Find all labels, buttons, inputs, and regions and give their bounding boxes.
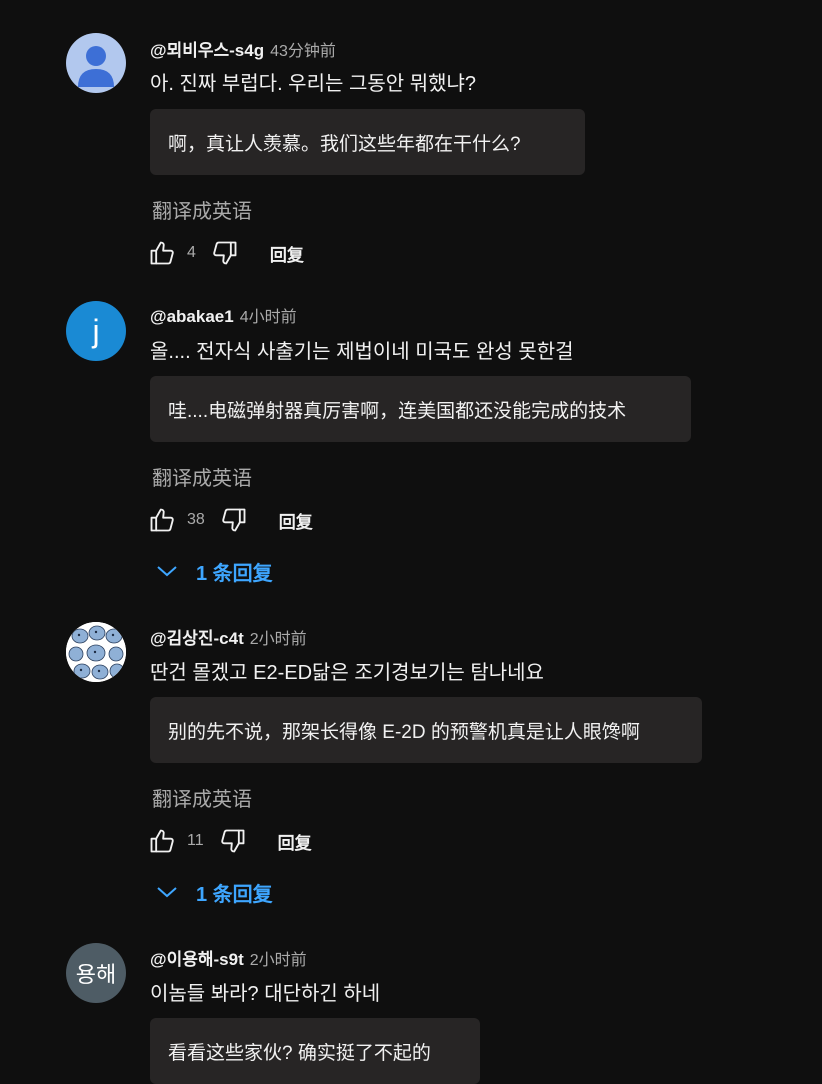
avatar[interactable]: 용해	[66, 943, 126, 1003]
author-name[interactable]: @abakae1	[150, 307, 234, 327]
comment-text: 올.... 전자식 사출기는 제법이네 미국도 완성 못한걸	[150, 341, 574, 363]
action-bar: 38 回复	[147, 505, 313, 535]
timestamp[interactable]: 2小时前	[250, 625, 307, 649]
avatar[interactable]: j	[66, 301, 126, 361]
thumbs-up-icon[interactable]	[147, 238, 177, 268]
translation-box: 啊，真让人羡慕。我们这些年都在干什么?	[150, 109, 585, 175]
comment-text: 이놈들 봐라? 대단하긴 하네	[150, 983, 381, 1005]
timestamp[interactable]: 4小时前	[240, 303, 297, 327]
author-name[interactable]: @이용해-s9t	[150, 945, 244, 970]
view-replies-button[interactable]: 1 条回复	[156, 877, 273, 907]
comment-text: 딴건 몰겠고 E2-ED닮은 조기경보기는 탐나네요	[150, 662, 544, 684]
like-count: 4	[187, 244, 196, 261]
comment-header: @이용해-s9t 2小时前	[150, 945, 307, 970]
action-bar: 4 回复	[147, 238, 304, 268]
translation-box: 哇....电磁弹射器真厉害啊，连美国都还没能完成的技术	[150, 376, 691, 442]
chevron-down-icon	[157, 887, 177, 898]
default-user-icon	[78, 46, 114, 87]
chevron-down-icon	[157, 566, 177, 577]
elephant-pattern-avatar	[66, 622, 126, 682]
thumbs-up-icon[interactable]	[147, 826, 177, 856]
author-name[interactable]: @뫼비우스-s4g	[150, 36, 264, 61]
replies-count-label: 1 条回复	[196, 883, 273, 906]
action-bar: 11 回复	[147, 826, 312, 856]
like-count: 11	[187, 832, 204, 849]
view-replies-button[interactable]: 1 条回复	[156, 556, 273, 586]
comment-header: @김상진-c4t 2小时前	[150, 624, 307, 649]
like-count: 38	[187, 511, 205, 528]
timestamp[interactable]: 2小时前	[250, 946, 307, 970]
translate-button[interactable]: 翻译成英语	[152, 462, 252, 491]
thumbs-down-icon[interactable]	[218, 826, 248, 856]
comment-header: @뫼비우스-s4g 43分钟前	[150, 36, 336, 61]
translation-box: 别的先不说，那架长得像 E-2D 的预警机真是让人眼馋啊	[150, 697, 702, 763]
thumbs-up-icon[interactable]	[147, 505, 177, 535]
timestamp[interactable]: 43分钟前	[270, 37, 336, 61]
avatar-letter: j	[92, 312, 100, 349]
translate-button[interactable]: 翻译成英语	[152, 783, 252, 812]
avatar-text: 용해	[75, 962, 117, 987]
reply-button[interactable]: 回复	[278, 829, 312, 854]
comment-header: @abakae1 4小时前	[150, 303, 297, 327]
replies-count-label: 1 条回复	[196, 562, 273, 585]
author-name[interactable]: @김상진-c4t	[150, 624, 244, 649]
reply-button[interactable]: 回复	[270, 241, 304, 266]
comment-text: 아. 진짜 부럽다. 우리는 그동안 뭐했냐?	[150, 73, 477, 95]
thumbs-down-icon[interactable]	[219, 505, 249, 535]
translation-box: 看看这些家伙? 确实挺了不起的	[150, 1018, 480, 1084]
avatar[interactable]	[66, 33, 126, 93]
reply-button[interactable]: 回复	[279, 508, 313, 533]
thumbs-down-icon[interactable]	[210, 238, 240, 268]
translate-button[interactable]: 翻译成英语	[152, 195, 252, 224]
avatar[interactable]	[66, 622, 126, 682]
